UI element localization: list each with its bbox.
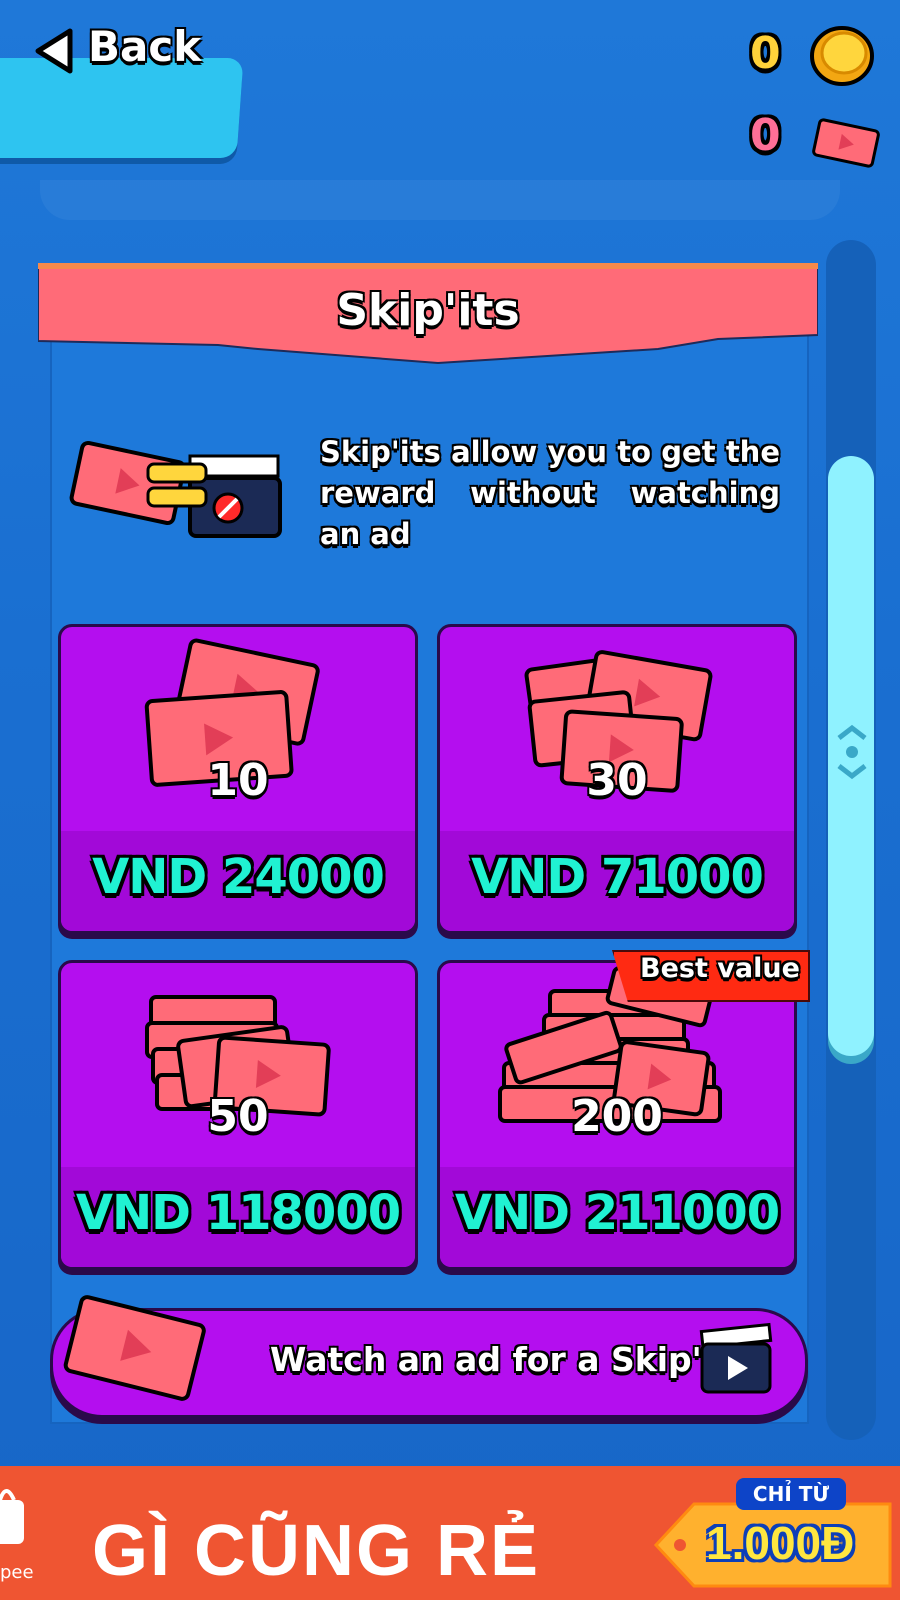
header-strip — [40, 180, 840, 220]
skipit-no-ad-icon — [69, 440, 282, 538]
coin-count: 0 — [750, 28, 781, 79]
ticket-icon — [63, 1295, 206, 1401]
shopping-bag-icon — [0, 1489, 24, 1544]
clapperboard-icon — [699, 1322, 773, 1394]
pack-price: VND 118000 — [75, 1185, 401, 1241]
pack-count: 10 — [207, 755, 269, 806]
scroll-grip-icon — [837, 724, 867, 780]
best-value-label: Best value — [640, 953, 800, 984]
ad-logo-text: pee — [0, 1562, 34, 1583]
pack-price: VND 71000 — [471, 849, 764, 905]
pack-count: 50 — [207, 1091, 269, 1142]
pack-count: 200 — [571, 1091, 663, 1142]
ad-price: 1.000Đ — [706, 1517, 855, 1569]
ticket-icon — [812, 118, 880, 168]
ad-tag-label: CHỈ TỪ — [736, 1478, 846, 1510]
skipit-count: 0 — [750, 110, 781, 161]
panel-description: Skip'its allow you to get the reward wit… — [320, 435, 780, 551]
coin-icon — [810, 26, 874, 86]
pack-card-10[interactable]: 10 VND 24000 — [58, 624, 418, 934]
panel-title: Skip'its — [336, 285, 520, 336]
back-label[interactable]: Back — [88, 22, 201, 71]
pack-card-200[interactable]: 200 VND 211000 — [437, 960, 797, 1270]
pack-card-30[interactable]: 30 VND 71000 — [437, 624, 797, 934]
pack-price: VND 211000 — [454, 1185, 780, 1241]
ad-headline: GÌ CŨNG RẺ — [92, 1511, 541, 1591]
pack-price: VND 24000 — [92, 849, 385, 905]
watch-ad-label[interactable]: Watch an ad for a Skip'it — [270, 1340, 729, 1379]
pack-card-50[interactable]: 50 VND 118000 — [58, 960, 418, 1270]
pack-count: 30 — [586, 755, 648, 806]
back-arrow-icon — [35, 28, 73, 74]
